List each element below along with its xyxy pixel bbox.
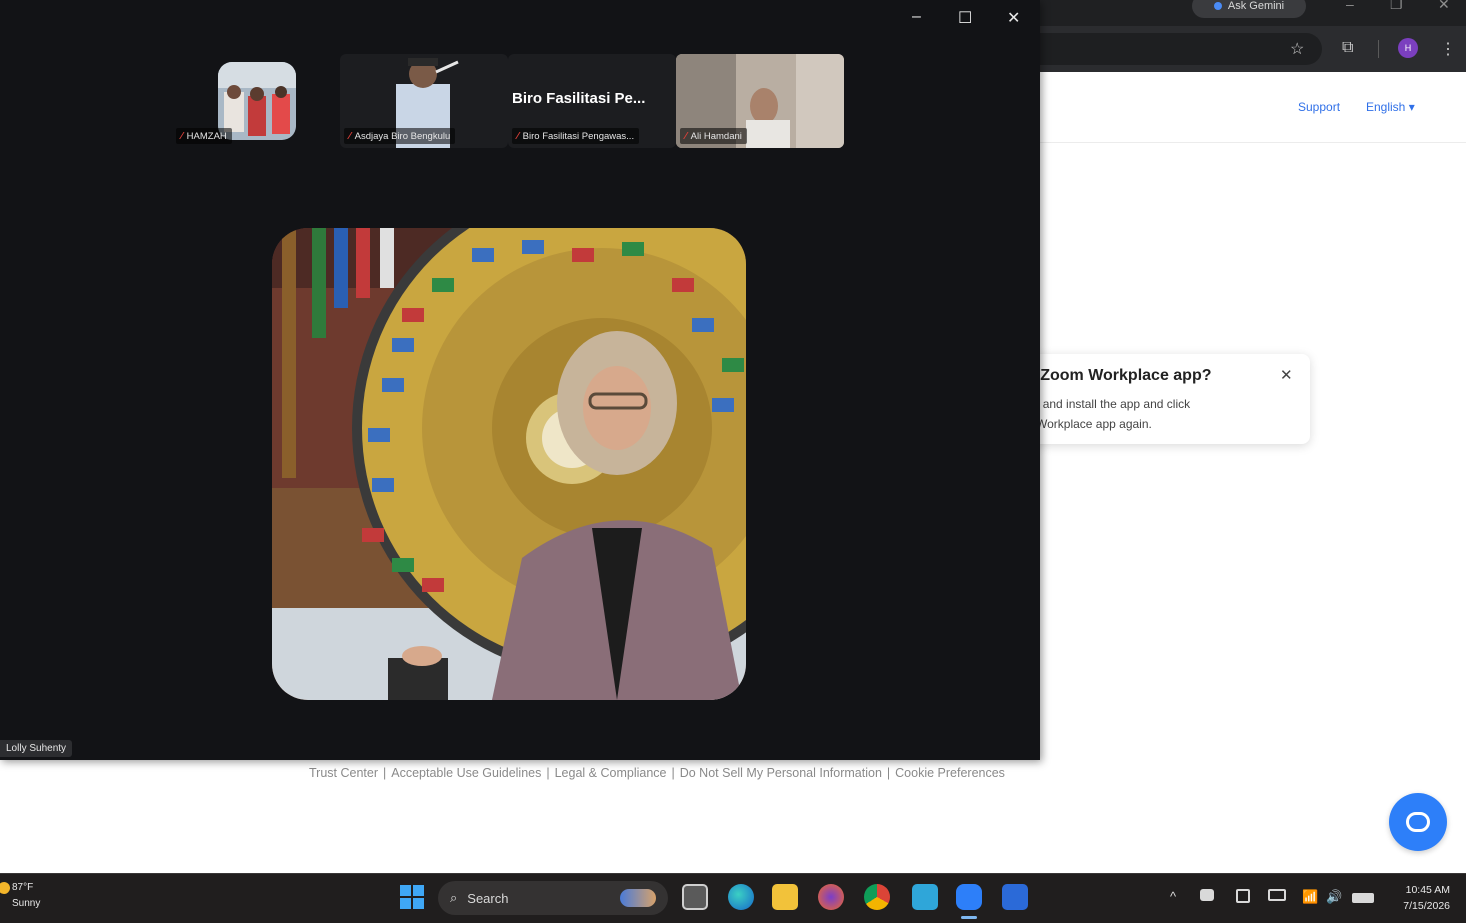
zoom-restore-button[interactable]: ☐ xyxy=(958,8,972,28)
footer-link-trust-center[interactable]: Trust Center xyxy=(309,766,378,780)
participant-name: Biro Fasilitasi Pengawas... xyxy=(522,130,635,142)
start-button[interactable] xyxy=(400,885,424,909)
participant-name: Ali Hamdani xyxy=(690,130,742,142)
bookmark-star-icon[interactable]: ☆ xyxy=(1290,39,1304,59)
security-icon[interactable] xyxy=(1236,889,1250,903)
search-highlight-image xyxy=(620,889,656,907)
mic-muted-icon: ⁄ xyxy=(685,130,687,142)
notepad-icon[interactable] xyxy=(912,884,938,910)
tray-overflow-chevron-icon[interactable]: ^ xyxy=(1170,889,1176,904)
participant-name: Asdjaya Biro Bengkulu xyxy=(354,130,451,142)
header-divider xyxy=(1040,142,1466,143)
address-bar[interactable] xyxy=(1040,33,1322,65)
outlook-icon[interactable] xyxy=(1002,884,1028,910)
speaker-profile-photo xyxy=(272,228,746,700)
open-zoom-app-dialog: n Zoom Workplace app? ad and install the… xyxy=(1000,354,1310,444)
firefox-icon[interactable] xyxy=(818,884,844,910)
profile-initial: H xyxy=(1404,43,1412,53)
footer-link-acceptable-use[interactable]: Acceptable Use Guidelines xyxy=(391,766,541,780)
task-view-icon[interactable] xyxy=(682,884,708,910)
extensions-icon[interactable]: ⧉ xyxy=(1342,39,1353,57)
active-speaker-name-tag: Lolly Suhenty xyxy=(0,740,73,757)
zoom-close-button[interactable]: ✕ xyxy=(1007,8,1020,28)
participant-label-ali-hamdani: ⁄ Ali Hamdani xyxy=(680,128,747,144)
footer-separator: | xyxy=(383,766,387,780)
participant-name: HAMZAH xyxy=(186,130,227,142)
chat-support-button[interactable] xyxy=(1389,793,1447,851)
start-icon-tile xyxy=(400,898,411,909)
mic-muted-icon: ⁄ xyxy=(181,130,183,142)
zoom-app-icon[interactable] xyxy=(956,884,982,910)
gemini-icon xyxy=(1213,2,1222,10)
active-speaker-video[interactable] xyxy=(272,228,746,700)
bluetooth-icon[interactable] xyxy=(1268,889,1286,901)
active-speaker-name: Lolly Suhenty xyxy=(6,743,67,754)
dialog-body: ad and install the app and click n Workp… xyxy=(1026,394,1190,434)
chrome-icon[interactable] xyxy=(864,884,890,910)
footer-link-do-not-sell[interactable]: Do Not Sell My Personal Information xyxy=(680,766,882,780)
start-icon-tile xyxy=(413,898,424,909)
edge-browser-icon[interactable] xyxy=(728,884,754,910)
footer-separator: | xyxy=(886,766,891,780)
file-explorer-icon[interactable] xyxy=(772,884,798,910)
weather-desc: Sunny xyxy=(12,898,41,909)
zoom-active-indicator xyxy=(961,916,977,919)
weather-temp: 87°F xyxy=(12,882,34,893)
browser-restore-button[interactable]: ❐ xyxy=(1390,0,1403,13)
zoom-minimize-button[interactable]: – xyxy=(912,8,921,26)
language-dropdown[interactable]: English ▾ xyxy=(1366,100,1415,114)
support-link[interactable]: Support xyxy=(1298,100,1340,114)
wifi-icon[interactable]: 📶 xyxy=(1302,889,1318,905)
search-placeholder: Search xyxy=(467,890,509,906)
dialog-line-1: and install the app and click xyxy=(1039,397,1191,411)
search-icon: ⌕ xyxy=(450,890,458,905)
dialog-line-2: n Workplace app again. xyxy=(1026,417,1152,431)
taskbar-search[interactable]: ⌕ Search xyxy=(438,881,668,915)
profile-avatar[interactable]: H xyxy=(1398,38,1418,58)
footer-link-cookie-preferences[interactable]: Cookie Preferences xyxy=(895,766,1005,780)
dialog-title: n Zoom Workplace app? xyxy=(1026,367,1212,384)
participant-label-asdjaya: ⁄ Asdjaya Biro Bengkulu xyxy=(344,128,456,144)
participant-label-biro-fasilitasi: ⁄ Biro Fasilitasi Pengawas... xyxy=(512,128,640,144)
mic-muted-icon: ⁄ xyxy=(517,130,519,142)
ask-gemini-button[interactable]: Ask Gemini xyxy=(1192,0,1306,18)
browser-minimize-button[interactable]: – xyxy=(1346,0,1354,12)
footer-link-legal[interactable]: Legal & Compliance xyxy=(555,766,667,780)
participant-label-hamzah: ⁄ HAMZAH xyxy=(176,128,232,144)
clock-date: 7/15/2026 xyxy=(1403,900,1450,912)
mic-muted-icon: ⁄ xyxy=(349,130,351,142)
browser-menu-icon[interactable]: ⋮ xyxy=(1440,39,1456,59)
footer-separator: | xyxy=(671,766,675,780)
weather-widget[interactable]: 87°F Sunny xyxy=(0,880,41,912)
participant-display-name: Biro Fasilitasi Pe... xyxy=(512,90,646,107)
browser-close-button[interactable]: ✕ xyxy=(1438,0,1450,13)
volume-icon[interactable]: 🔊 xyxy=(1326,889,1342,905)
start-icon-tile xyxy=(400,885,411,896)
taskbar-clock[interactable]: 10:45 AM 7/15/2026 xyxy=(1392,882,1450,914)
chat-bubble-icon xyxy=(1406,812,1430,832)
ask-gemini-label: Ask Gemini xyxy=(1227,0,1285,12)
zoom-meeting-window: – ☐ ✕ ⁄ HAMZAH ⁄ Asdjaya Biro Bengkulu B… xyxy=(0,0,1040,760)
battery-icon[interactable] xyxy=(1352,893,1374,903)
dialog-close-button[interactable]: ✕ xyxy=(1280,366,1293,384)
toolbar-divider xyxy=(1378,40,1379,58)
clock-time: 10:45 AM xyxy=(1405,884,1450,896)
footer-separator: | xyxy=(546,766,550,780)
footer-links: Trust Center | Acceptable Use Guidelines | L… xyxy=(309,766,1005,780)
start-icon-tile xyxy=(413,885,424,896)
onedrive-icon[interactable] xyxy=(1200,889,1214,901)
